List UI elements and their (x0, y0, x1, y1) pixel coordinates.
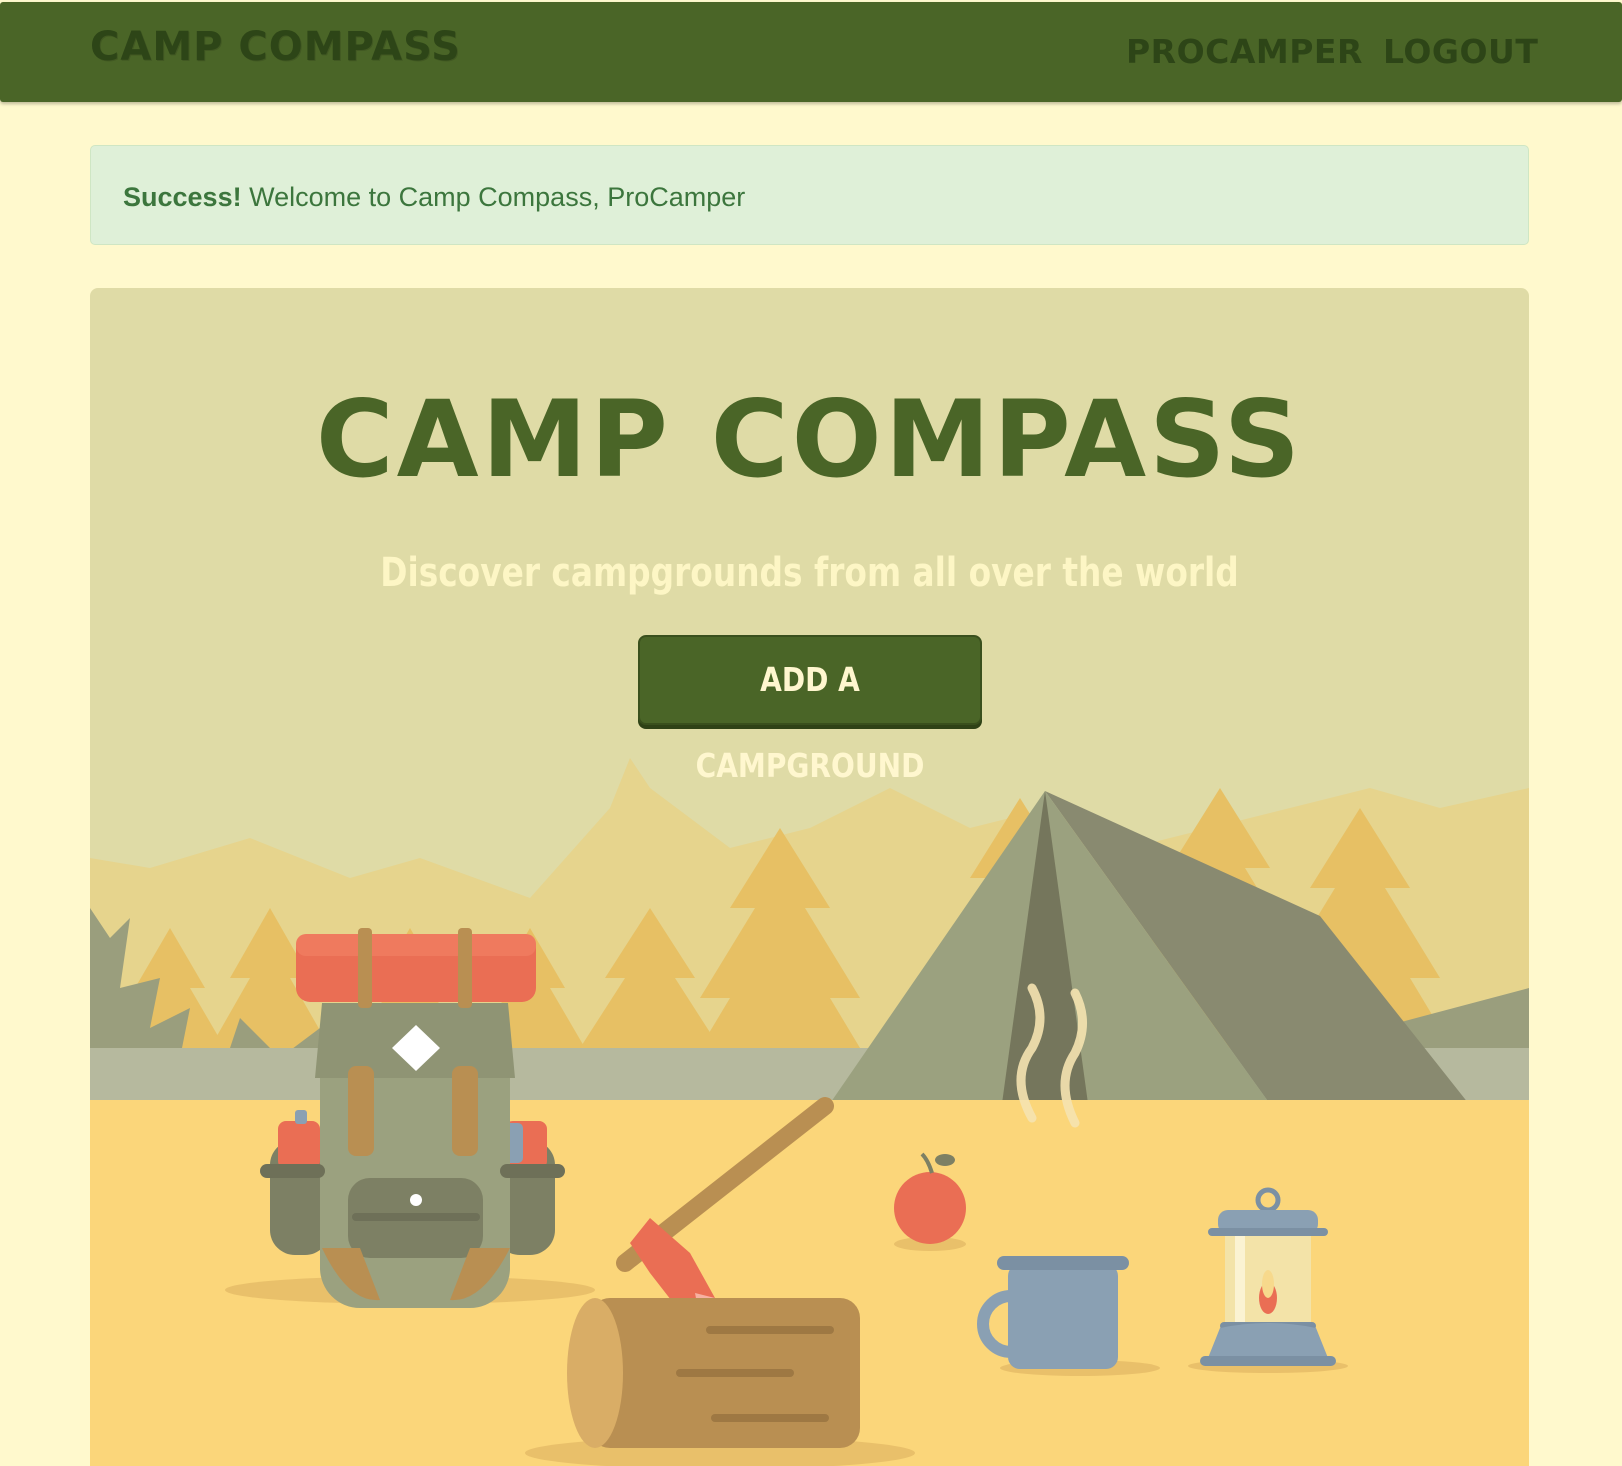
hero-title: CAMP COMPASS (315, 378, 1304, 501)
navbar: CAMP COMPASS PROCAMPER LOGOUT (0, 2, 1622, 102)
add-campground-button[interactable]: ADD A CAMPGROUND (638, 635, 982, 785)
hero-subtitle: Discover campgrounds from all over the w… (380, 550, 1239, 596)
nav-link-procamper[interactable]: PROCAMPER (1126, 32, 1363, 71)
success-alert: Success! Welcome to Camp Compass, ProCam… (90, 145, 1529, 245)
hero-jumbotron: CAMP COMPASS Discover campgrounds from a… (90, 288, 1529, 1466)
nav-link-logout[interactable]: LOGOUT (1383, 32, 1538, 71)
alert-strong-text: Success! (123, 182, 242, 212)
brand-link[interactable]: CAMP COMPASS (90, 24, 461, 70)
alert-message: Welcome to Camp Compass, ProCamper (241, 182, 746, 212)
add-campground-button-label: ADD A CAMPGROUND (695, 660, 925, 785)
